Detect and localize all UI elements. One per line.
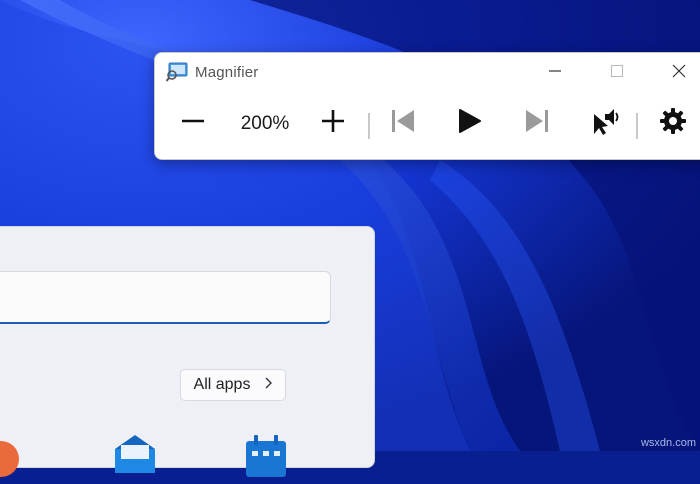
zoom-out-button[interactable] [175, 101, 211, 145]
calendar-icon[interactable] [244, 433, 288, 477]
watermark: wsxdn.com [640, 437, 696, 449]
search-input[interactable] [0, 271, 331, 324]
maximize-button[interactable] [595, 57, 639, 89]
minimize-icon [548, 64, 562, 83]
settings-button[interactable] [653, 101, 693, 145]
magnifier-app-icon [165, 62, 188, 82]
zoom-level: 200% [240, 113, 290, 134]
start-menu-panel: All apps [0, 226, 375, 477]
toolbar-separator [368, 113, 370, 139]
toolbar-separator [636, 113, 638, 139]
mail-icon[interactable] [111, 433, 159, 473]
read-from-here-icon [590, 106, 620, 141]
maximize-icon [610, 64, 624, 83]
close-button[interactable] [657, 57, 700, 89]
magnifier-toolbar: 200% [155, 97, 700, 149]
plus-icon [320, 108, 346, 139]
read-from-here-button[interactable] [585, 101, 625, 145]
close-icon [672, 64, 686, 83]
skip-previous-icon [390, 108, 416, 139]
all-apps-label: All apps [193, 376, 251, 393]
zoom-in-button[interactable] [315, 101, 351, 145]
window-title: Magnifier [195, 64, 259, 81]
chevron-right-icon [264, 376, 273, 394]
pinned-app-icon[interactable] [0, 437, 23, 479]
play-icon [458, 108, 482, 139]
skip-next-icon [524, 108, 550, 139]
play-button[interactable] [452, 101, 488, 145]
minimize-button[interactable] [533, 57, 577, 89]
gear-icon [659, 107, 687, 140]
magnifier-titlebar[interactable]: Magnifier [155, 53, 700, 93]
minus-icon [180, 108, 206, 139]
previous-sentence-button[interactable] [385, 101, 421, 145]
magnifier-window: Magnifier 200% [154, 52, 700, 160]
all-apps-button[interactable]: All apps [180, 369, 286, 401]
next-sentence-button[interactable] [519, 101, 555, 145]
